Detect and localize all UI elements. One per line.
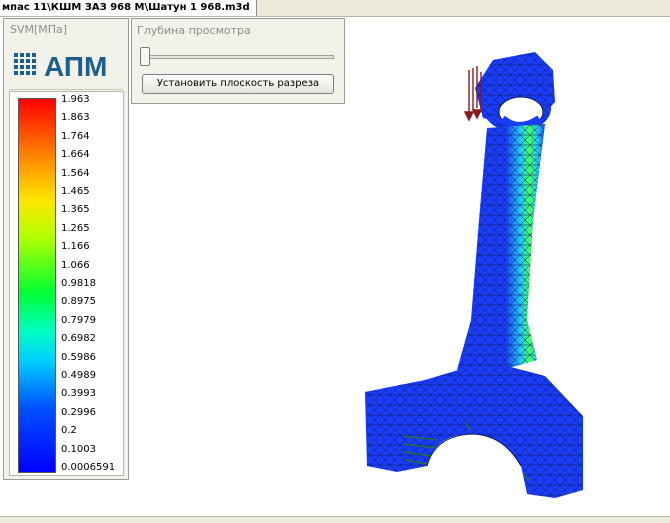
color-scale-tick: 1.465 <box>61 186 90 197</box>
color-scale-tick: 0.8975 <box>61 296 96 308</box>
small-end <box>475 52 555 132</box>
color-scale-tick: 1.066 <box>61 259 90 271</box>
stress-legend-panel: SVM[МПа] АПМ 1.963 1.863 1.764 1.664 1.564 1.… <box>3 18 129 480</box>
logo-text: АПМ <box>44 51 107 81</box>
color-scale-tick: 1.564 <box>61 167 90 179</box>
color-scale-tick: 1.963 <box>61 94 90 105</box>
color-scale-bar <box>18 98 56 473</box>
color-scale-tick: 0.6982 <box>61 333 96 345</box>
document-tab[interactable]: мпас 11\КШМ ЗАЗ 968 М\Шатун 1 968.m3d <box>0 0 257 16</box>
color-scale-tick: 0.1003 <box>61 443 96 455</box>
rod-shank <box>457 124 545 372</box>
color-scale-tick: 0.0006591 <box>61 462 116 473</box>
color-scale-tick: 0.3993 <box>61 388 96 400</box>
color-scale-tick: 1.863 <box>61 112 90 124</box>
color-scale-tick: 1.365 <box>61 204 90 216</box>
color-scale-tick: 1.265 <box>61 222 90 234</box>
color-scale-tick: 0.2996 <box>61 406 96 418</box>
color-scale-tick: 0.2 <box>61 425 77 437</box>
color-scale: 1.963 1.863 1.764 1.664 1.564 1.465 1.365 1.265… <box>9 91 124 476</box>
color-scale-tick: 0.4989 <box>61 370 96 381</box>
apm-logo: АПМ <box>12 47 124 82</box>
color-scale-tick: 1.664 <box>61 149 90 161</box>
color-scale-tick: 0.9818 <box>61 278 96 289</box>
connecting-rod-model <box>365 52 583 514</box>
color-scale-tick: 0.7979 <box>61 314 96 326</box>
legend-title: SVM[МПа] <box>10 23 68 36</box>
model-viewport[interactable] <box>135 20 660 515</box>
color-scale-tick: 1.764 <box>61 130 90 142</box>
document-tab-bar: мпас 11\КШМ ЗАЗ 968 М\Шатун 1 968.m3d <box>0 0 670 17</box>
color-scale-tick: 0.5986 <box>61 351 96 363</box>
logo-separator <box>9 89 123 90</box>
color-scale-tick: 1.166 <box>61 241 90 253</box>
big-end <box>365 366 583 514</box>
apm-logo-icon: АПМ <box>14 51 107 82</box>
